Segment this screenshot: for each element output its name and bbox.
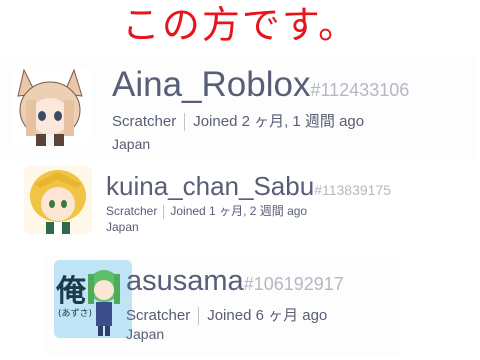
username-text[interactable]: Aina_Roblox [112,65,310,104]
user-meta: Scratcher Joined 1 ヶ月, 2 週間 ago [106,202,307,219]
joined-text: Joined 1 ヶ月, 2 週間 ago [170,204,308,218]
chibi-girl-avatar-icon [10,66,90,146]
meta-divider [184,113,186,132]
user-id: #112433106 [310,80,410,100]
user-avatar[interactable] [10,66,90,146]
role-label: Scratcher [106,204,158,218]
avatar-caption: (あずさ) [58,309,93,319]
meta-divider [198,307,200,326]
username-text[interactable]: kuina_chan_Sabu [106,171,314,201]
role-label: Scratcher [112,113,177,130]
user-meta: Scratcher Joined 6 ヶ月 ago [126,304,328,326]
user-avatar[interactable] [24,166,92,234]
joined-text: Joined 6 ヶ月 ago [207,307,328,324]
username-text[interactable]: asusama [126,265,244,297]
user-id: #113839175 [314,182,392,198]
country-label: Japan [106,220,139,234]
user-meta: Scratcher Joined 2 ヶ月, 1 週間 ago [112,110,365,132]
user-id: #106192917 [243,274,344,294]
username-link[interactable]: asusama#106192917 [126,263,344,302]
username-link[interactable]: kuina_chan_Sabu#113839175 [106,170,391,206]
anime-girl-avatar-icon [24,166,92,234]
meta-divider [163,204,165,219]
role-label: Scratcher [126,307,191,324]
country-label: Japan [126,326,165,342]
avatar-kanji: 俺 [56,274,86,309]
user-avatar[interactable]: 俺 (あずさ) [54,260,132,338]
country-label: Japan [112,136,151,152]
joined-text: Joined 2 ヶ月, 1 週間 ago [193,113,365,130]
user-card: 俺 (あずさ) asusama#106192917 Scratcher Joine… [44,255,400,355]
username-link[interactable]: Aina_Roblox#112433106 [112,64,409,111]
user-card: kuina_chan_Sabu#113839175 Scratcher Joine… [14,160,454,240]
user-card: Aina_Roblox#112433106 Scratcher Joined 2 … [0,58,475,158]
headline-caption: この方です。 [121,3,359,47]
